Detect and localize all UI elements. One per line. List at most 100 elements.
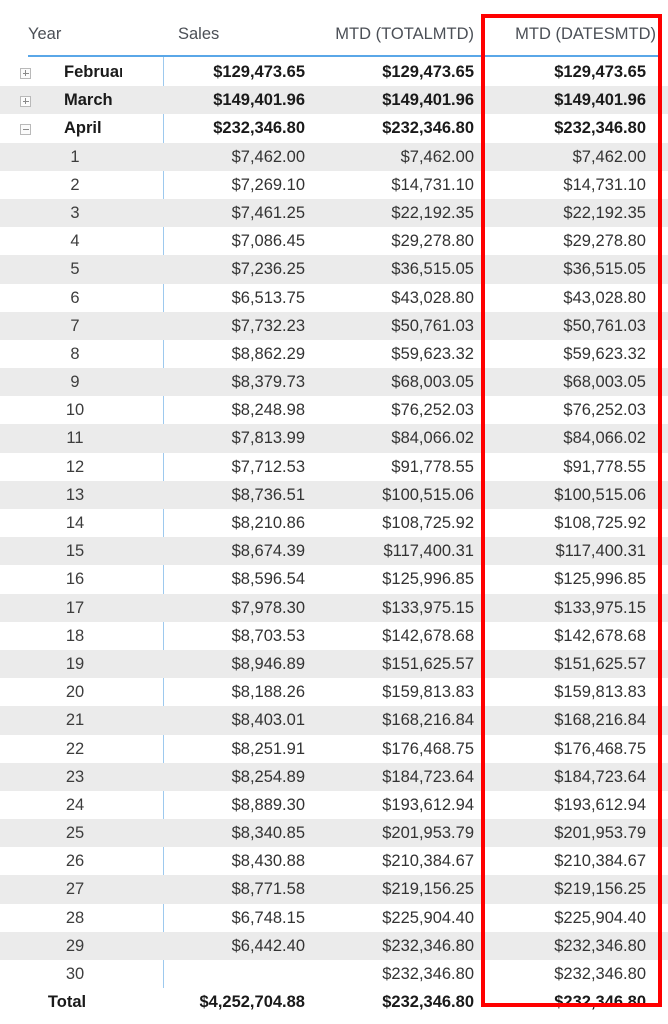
row-label-day: 14: [65, 514, 85, 532]
table-row[interactable]: 21 $8,403.01 $168,216.84 $168,216.84: [0, 706, 668, 735]
cell-mtd-datesmtd: $43,028.80: [563, 288, 646, 307]
table-row[interactable]: 11 $7,813.99 $84,066.02 $84,066.02: [0, 424, 668, 453]
cell-sales: $7,086.45: [231, 232, 305, 251]
cell-mtd-datesmtd: $84,066.02: [563, 429, 646, 448]
cell-mtd-datesmtd: $29,278.80: [563, 232, 646, 251]
table-row[interactable]: 18 $8,703.53 $142,678.68 $142,678.68: [0, 622, 668, 650]
row-label-day: 1: [70, 147, 80, 166]
cell-mtd-totalmtd: $7,462.00: [400, 147, 474, 166]
table-row[interactable]: April $232,346.80 $232,346.80 $232,346.80: [0, 114, 668, 142]
cell-mtd-totalmtd: $125,996.85: [382, 570, 474, 589]
row-label-day: 8: [70, 344, 80, 363]
row-label-day: 6: [70, 288, 80, 307]
table-row[interactable]: 15 $8,674.39 $117,400.31 $117,400.31: [0, 537, 668, 566]
row-label-day: 26: [65, 852, 85, 871]
cell-mtd-datesmtd: $36,515.05: [563, 260, 646, 279]
table-row[interactable]: 3 $7,461.25 $22,192.35 $22,192.35: [0, 198, 668, 228]
cell-mtd-totalmtd: $151,625.57: [382, 654, 474, 673]
row-label-day: 30: [65, 965, 85, 983]
cell-sales: $7,236.25: [231, 260, 305, 279]
table-row[interactable]: 26 $8,430.88 $210,384.67 $210,384.67: [0, 847, 668, 875]
cell-mtd-datesmtd: $232,346.80: [554, 993, 646, 1012]
cell-mtd-datesmtd: $108,725.92: [554, 514, 646, 532]
row-label-day: 13: [65, 485, 85, 504]
row-label-day: 7: [70, 316, 80, 335]
table-row[interactable]: 20 $8,188.26 $159,813.83 $159,813.83: [0, 678, 668, 706]
cell-mtd-totalmtd: $68,003.05: [391, 373, 474, 392]
table-row[interactable]: 28 $6,748.15 $225,904.40 $225,904.40: [0, 904, 668, 932]
row-label-day: 24: [65, 795, 85, 814]
row-label-day: 9: [70, 373, 80, 392]
table-row[interactable]: February $129,473.65 $129,473.65 $129,473.6…: [0, 58, 668, 86]
table-row[interactable]: 25 $8,340.85 $201,953.79 $201,953.79: [0, 819, 668, 848]
table-row[interactable]: 1 $7,462.00 $7,462.00 $7,462.00: [0, 142, 668, 171]
row-label-total: Total: [47, 993, 87, 1012]
cell-mtd-totalmtd: $129,473.65: [382, 63, 474, 81]
cell-sales: $8,862.29: [231, 344, 305, 363]
cell-sales: $8,430.88: [231, 852, 305, 871]
row-label-month: April: [64, 119, 102, 138]
table-row-total[interactable]: Total $4,252,704.88 $232,346.80 $232,346.80: [0, 988, 668, 1017]
cell-mtd-totalmtd: $232,346.80: [382, 965, 474, 983]
row-label-day: 15: [65, 542, 85, 561]
cell-sales: $8,596.54: [231, 570, 305, 589]
cell-mtd-totalmtd: $210,384.67: [382, 852, 474, 871]
cell-mtd-totalmtd: $201,953.79: [382, 824, 474, 843]
row-label-day: 25: [65, 824, 85, 843]
column-header-year[interactable]: Year: [28, 22, 61, 46]
matrix-visual: Year Sales MTD (TOTALMTD) MTD (DATESMTD)…: [0, 0, 668, 1024]
table-row[interactable]: 17 $7,978.30 $133,975.15 $133,975.15: [0, 593, 668, 622]
cell-sales: $6,442.40: [231, 936, 305, 955]
cell-mtd-totalmtd: $91,778.55: [391, 457, 474, 476]
table-row[interactable]: 19 $8,946.89 $151,625.57 $151,625.57: [0, 649, 668, 679]
cell-sales: $8,251.91: [231, 739, 305, 758]
table-row[interactable]: 12 $7,712.53 $91,778.55 $91,778.55: [0, 453, 668, 481]
cell-mtd-totalmtd: $36,515.05: [391, 260, 474, 279]
cell-sales: $8,771.58: [231, 880, 305, 899]
row-label-month: February: [64, 63, 122, 81]
table-row[interactable]: 2 $7,269.10 $14,731.10 $14,731.10: [0, 171, 668, 199]
cell-mtd-datesmtd: $168,216.84: [554, 711, 646, 730]
cell-mtd-totalmtd: $29,278.80: [391, 232, 474, 251]
row-label-day: 19: [65, 654, 85, 673]
column-header-mtd-totalmtd[interactable]: MTD (TOTALMTD): [234, 22, 474, 46]
cell-sales: $8,403.01: [231, 711, 305, 730]
header-underline: [28, 55, 660, 57]
cell-mtd-datesmtd: $232,346.80: [554, 965, 646, 983]
table-row[interactable]: 7 $7,732.23 $50,761.03 $50,761.03: [0, 311, 668, 340]
table-row[interactable]: March $149,401.96 $149,401.96 $149,401.96: [0, 86, 668, 115]
cell-mtd-datesmtd: $159,813.83: [554, 683, 646, 702]
table-row[interactable]: 14 $8,210.86 $108,725.92 $108,725.92: [0, 509, 668, 537]
cell-sales: $8,736.51: [231, 485, 305, 504]
table-row[interactable]: 5 $7,236.25 $36,515.05 $36,515.05: [0, 255, 668, 284]
row-label-day: 12: [65, 457, 85, 476]
cell-mtd-datesmtd: $22,192.35: [563, 203, 646, 222]
table-row[interactable]: 10 $8,248.98 $76,252.03 $76,252.03: [0, 396, 668, 424]
table-row[interactable]: 23 $8,254.89 $184,723.64 $184,723.64: [0, 762, 668, 791]
table-row[interactable]: 22 $8,251.91 $176,468.75 $176,468.75: [0, 735, 668, 763]
table-row[interactable]: 24 $8,889.30 $193,612.94 $193,612.94: [0, 791, 668, 819]
column-header-mtd-datesmtd[interactable]: MTD (DATESMTD): [490, 22, 656, 46]
cell-mtd-totalmtd: $232,346.80: [382, 936, 474, 955]
table-row[interactable]: 8 $8,862.29 $59,623.32 $59,623.32: [0, 340, 668, 368]
row-label-day: 20: [65, 683, 85, 702]
row-label-day: 18: [65, 626, 85, 645]
cell-sales: $8,340.85: [231, 824, 305, 843]
table-row[interactable]: 30 $232,346.80 $232,346.80: [0, 960, 668, 988]
table-row[interactable]: 6 $6,513.75 $43,028.80 $43,028.80: [0, 284, 668, 312]
table-row[interactable]: 27 $8,771.58 $219,156.25 $219,156.25: [0, 875, 668, 904]
cell-mtd-datesmtd: $193,612.94: [554, 795, 646, 814]
cell-sales: $129,473.65: [213, 63, 305, 81]
table-row[interactable]: 29 $6,442.40 $232,346.80 $232,346.80: [0, 931, 668, 960]
cell-sales: $8,946.89: [231, 654, 305, 673]
cell-mtd-datesmtd: $210,384.67: [554, 852, 646, 871]
cell-sales: $8,254.89: [231, 767, 305, 786]
cell-sales: $149,401.96: [213, 91, 305, 110]
table-row[interactable]: 4 $7,086.45 $29,278.80 $29,278.80: [0, 227, 668, 255]
table-row[interactable]: 16 $8,596.54 $125,996.85 $125,996.85: [0, 565, 668, 593]
cell-mtd-totalmtd: $232,346.80: [382, 993, 474, 1012]
column-header-sales[interactable]: Sales: [178, 22, 219, 46]
cell-mtd-datesmtd: $50,761.03: [563, 316, 646, 335]
table-row[interactable]: 9 $8,379.73 $68,003.05 $68,003.05: [0, 368, 668, 397]
table-row[interactable]: 13 $8,736.51 $100,515.06 $100,515.06: [0, 480, 668, 509]
